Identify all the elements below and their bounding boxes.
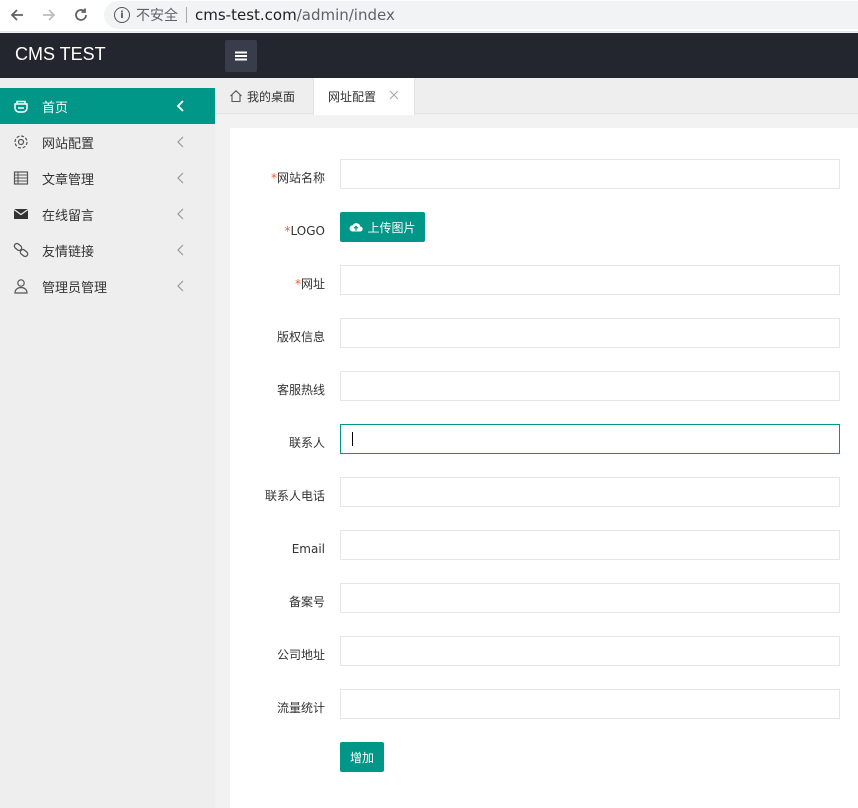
site-name-input[interactable] — [340, 159, 840, 189]
browser-toolbar: i 不安全 cms-test.com/admin/index — [0, 0, 858, 32]
arrow-left-icon — [10, 9, 23, 21]
reload-button[interactable] — [68, 0, 94, 30]
arrow-right-icon — [43, 9, 56, 21]
field-label: 公司地址 — [276, 648, 325, 662]
text-caret — [352, 432, 353, 446]
sidebar-item-home[interactable]: 首页 — [0, 88, 215, 124]
home-outline-icon — [230, 90, 242, 103]
menu-toggle-button[interactable] — [225, 40, 257, 72]
form-row-contact: 联系人 — [230, 424, 858, 454]
sidebar-item-label: 友情链接 — [42, 244, 95, 260]
sidebar: 首页 网站配置 文章管理 在线留言 友情链接 管理员管理 — [0, 78, 215, 808]
address-bar[interactable]: i 不安全 cms-test.com/admin/index — [104, 1, 858, 29]
contact-phone-input[interactable] — [340, 477, 840, 507]
field-label: 客服热线 — [276, 383, 325, 397]
link-icon — [13, 242, 29, 258]
tab-site-config[interactable]: 网址配置 — [313, 78, 415, 115]
field-label: 版权信息 — [276, 330, 325, 344]
field-label: 流量统计 — [276, 701, 325, 715]
field-label: Email — [291, 542, 325, 556]
sidebar-item-site-config[interactable]: 网站配置 — [0, 124, 215, 160]
email-input[interactable] — [340, 530, 840, 560]
sidebar-item-label: 文章管理 — [42, 172, 95, 188]
url-input[interactable] — [340, 265, 840, 295]
sidebar-item-links[interactable]: 友情链接 — [0, 232, 215, 268]
form-row-email: Email — [230, 530, 858, 560]
tab-label: 我的桌面 — [247, 89, 296, 104]
field-label: 联系人电话 — [264, 489, 325, 503]
field-label: *LOGO — [230, 212, 325, 250]
forward-button[interactable] — [36, 0, 62, 30]
security-label: 不安全 — [136, 8, 178, 24]
field-label: *网址 — [230, 265, 325, 303]
chevron-left-icon — [176, 207, 186, 221]
gear-icon — [13, 134, 29, 150]
table-icon — [13, 170, 29, 186]
mail-icon — [13, 206, 29, 222]
form-row-logo: *LOGO — [230, 212, 858, 242]
label-text: 网址 — [300, 277, 325, 291]
upload-button-label: 上传图片 — [367, 220, 416, 235]
copyright-input[interactable] — [340, 318, 840, 348]
label-text: LOGO — [290, 224, 325, 238]
icp-input[interactable] — [340, 583, 840, 613]
add-button[interactable]: 增加 — [340, 742, 384, 772]
field-label: 联系人 — [288, 436, 325, 450]
cloud-upload-icon — [350, 223, 364, 232]
hamburger-icon — [235, 55, 247, 57]
tab-desktop[interactable]: 我的桌面 — [229, 78, 295, 114]
field-label: *网站名称 — [230, 159, 325, 197]
user-icon — [13, 278, 29, 294]
upload-image-button[interactable]: 上传图片 — [340, 212, 425, 242]
chevron-left-icon — [176, 171, 186, 185]
field-label: 备案号 — [288, 595, 325, 609]
sidebar-item-articles[interactable]: 文章管理 — [0, 160, 215, 196]
form-row-copyright: 版权信息 — [230, 318, 858, 348]
chevron-left-icon — [176, 99, 186, 113]
tab-label: 网址配置 — [328, 90, 377, 104]
chevron-left-icon — [176, 279, 186, 293]
hotline-input[interactable] — [340, 371, 840, 401]
app-logo: CMS TEST — [15, 44, 106, 64]
url-path: /admin/index — [296, 6, 395, 24]
form-row-address: 公司地址 — [230, 636, 858, 666]
sidebar-item-admins[interactable]: 管理员管理 — [0, 268, 215, 304]
close-icon[interactable] — [388, 89, 400, 101]
main-content: *网站名称 *LOGO 上传图片 *网址 版权信息 客服热线 联系人 联系人电话… — [230, 128, 858, 808]
sidebar-item-label: 首页 — [42, 100, 69, 116]
chevron-left-icon — [176, 135, 186, 149]
stats-input[interactable] — [340, 689, 840, 719]
info-icon[interactable]: i — [114, 7, 130, 23]
form-row-contact-phone: 联系人电话 — [230, 477, 858, 507]
form-row-site-name: *网站名称 — [230, 159, 858, 189]
sidebar-item-label: 管理员管理 — [42, 280, 108, 296]
form-row-stats: 流量统计 — [230, 689, 858, 719]
form-row-hotline: 客服热线 — [230, 371, 858, 401]
label-text: 网站名称 — [276, 171, 325, 185]
form-row-icp: 备案号 — [230, 583, 858, 613]
sidebar-item-messages[interactable]: 在线留言 — [0, 196, 215, 232]
sidebar-item-label: 在线留言 — [42, 208, 95, 224]
sidebar-item-label: 网站配置 — [42, 136, 95, 152]
url-text: cms-test.com/admin/index — [195, 6, 395, 24]
tab-bar: 我的桌面 网址配置 — [215, 78, 858, 115]
app-header: CMS TEST — [0, 33, 858, 78]
form-row-url: *网址 — [230, 265, 858, 295]
back-button[interactable] — [4, 0, 30, 30]
chevron-left-icon — [176, 243, 186, 257]
omnibox-divider — [186, 7, 187, 23]
address-input[interactable] — [340, 636, 840, 666]
url-host: cms-test.com — [195, 6, 297, 24]
home-icon — [13, 98, 29, 114]
contact-input[interactable] — [340, 424, 840, 454]
reload-icon — [75, 8, 87, 21]
